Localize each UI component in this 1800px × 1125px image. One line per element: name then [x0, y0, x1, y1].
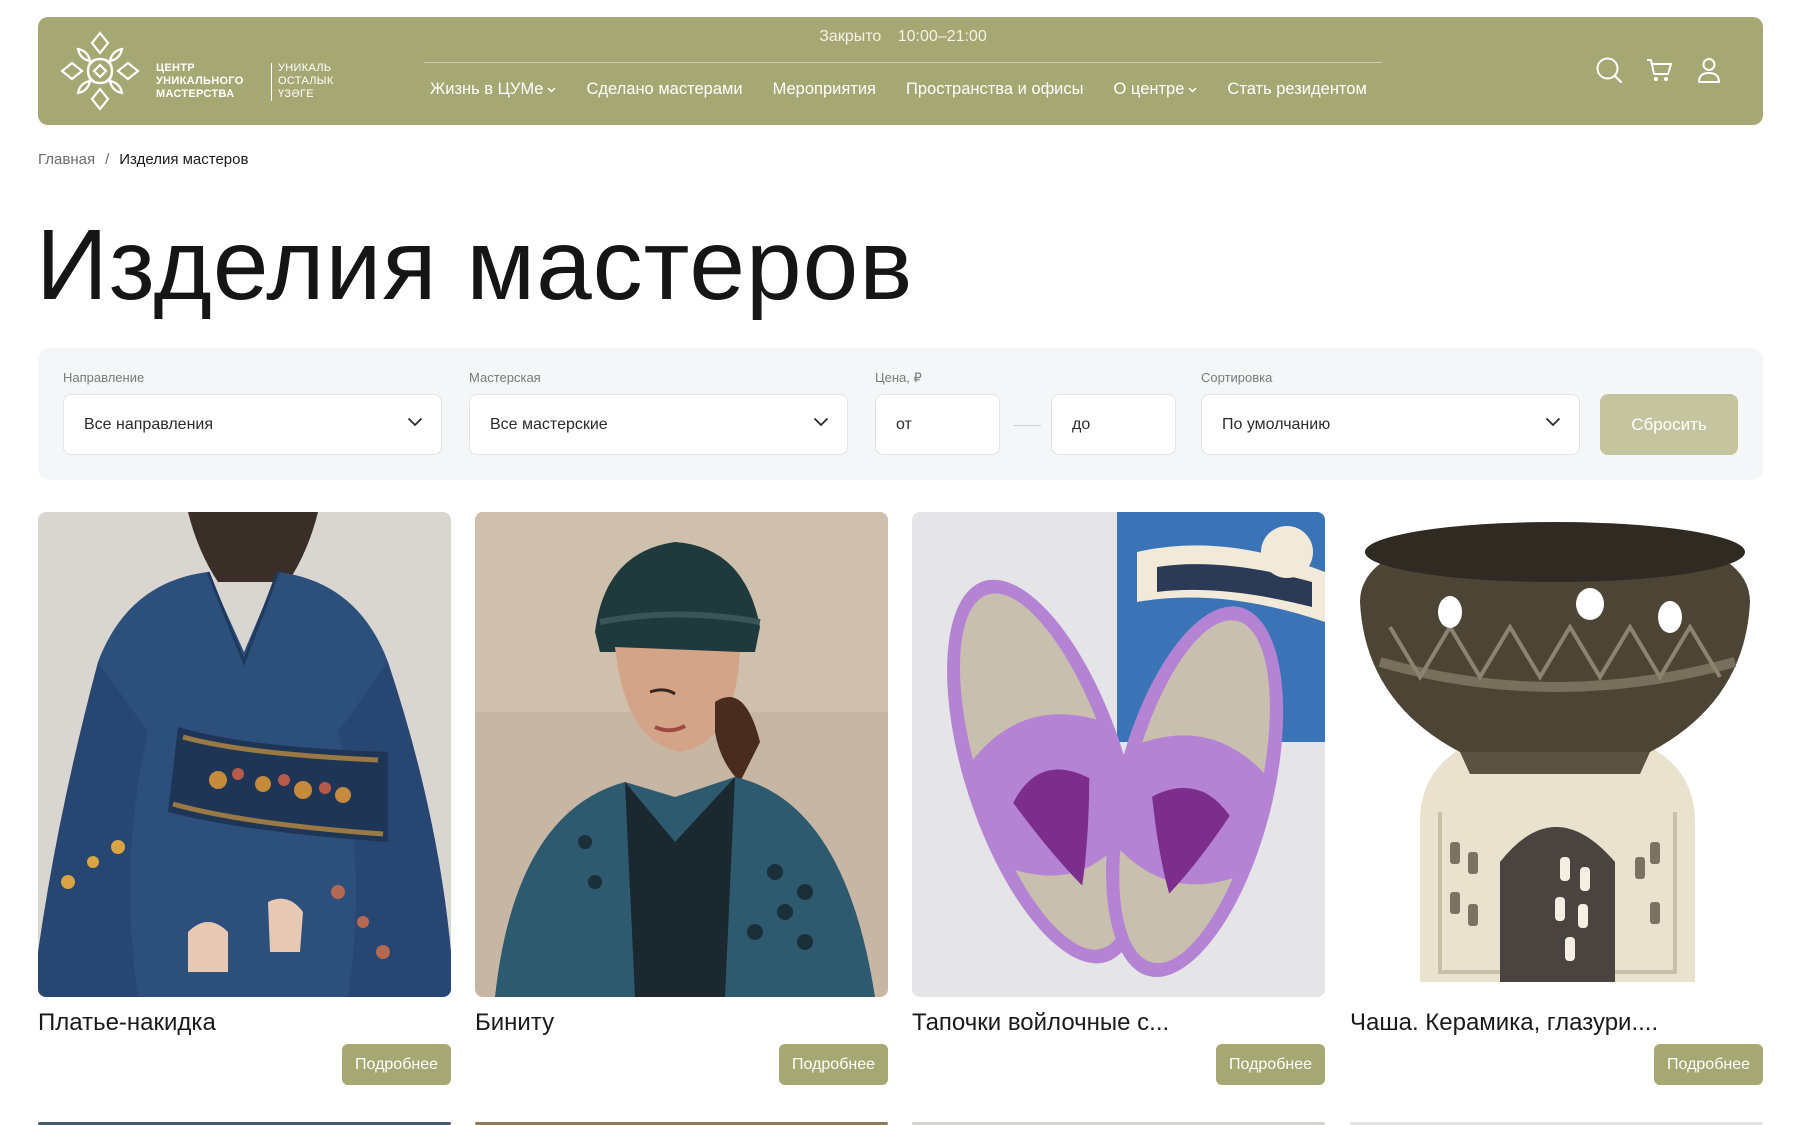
- price-range-dash: [1013, 425, 1041, 426]
- reset-button[interactable]: Сбросить: [1600, 394, 1738, 455]
- nav-item-life[interactable]: Жизнь в ЦУМе: [430, 80, 556, 99]
- page-title: Изделия мастеров: [36, 209, 914, 321]
- main-nav: Жизнь в ЦУМе Сделано мастерами Мероприят…: [430, 80, 1367, 99]
- search-icon[interactable]: [1595, 56, 1623, 84]
- filter-sort: Сортировка По умолчанию: [1201, 370, 1580, 455]
- product-title[interactable]: Биниту: [475, 1009, 888, 1039]
- filters-panel: Направление Все направления Мастерская В…: [38, 348, 1763, 480]
- logo-text-ru: ЦЕНТР УНИКАЛЬНОГО МАСТЕРСТВА: [156, 62, 244, 100]
- header-actions: [1595, 56, 1723, 84]
- product-title[interactable]: Платье-накидка: [38, 1009, 451, 1039]
- opening-hours: 10:00–21:00: [897, 28, 987, 45]
- product-image[interactable]: [475, 512, 888, 997]
- direction-select[interactable]: Все направления: [63, 394, 442, 455]
- product-card[interactable]: Биниту Подробнее: [475, 512, 888, 1085]
- filter-price-label: Цена, ₽: [875, 370, 922, 385]
- breadcrumb: Главная / Изделия мастеров: [38, 151, 248, 168]
- nav-item-about[interactable]: О центре: [1114, 80, 1198, 99]
- details-button[interactable]: Подробнее: [342, 1044, 451, 1085]
- sort-select[interactable]: По умолчанию: [1201, 394, 1580, 455]
- nav-item-made-by-masters[interactable]: Сделано мастерами: [586, 80, 742, 99]
- product-image[interactable]: [1350, 512, 1763, 997]
- filter-workshop: Мастерская Все мастерские: [469, 370, 848, 455]
- status-label: Закрыто: [819, 28, 882, 45]
- filter-workshop-label: Мастерская: [469, 370, 541, 385]
- product-title[interactable]: Чаша. Керамика, глазури....: [1350, 1009, 1763, 1039]
- chevron-down-icon: [407, 417, 423, 427]
- filter-price: Цена, ₽ от: [875, 370, 1000, 455]
- product-image[interactable]: [912, 512, 1325, 997]
- breadcrumb-separator: /: [105, 151, 110, 168]
- price-from-input[interactable]: от: [875, 394, 1000, 455]
- cart-icon[interactable]: [1645, 56, 1673, 84]
- filter-price-to: до: [1051, 370, 1176, 455]
- user-icon[interactable]: [1695, 56, 1723, 84]
- logo-ornament-icon: [60, 31, 140, 111]
- site-header: ЦЕНТР УНИКАЛЬНОГО МАСТЕРСТВА УНИКАЛЬ ОСТ…: [38, 17, 1763, 125]
- product-title[interactable]: Тапочки войлочные с...: [912, 1009, 1325, 1039]
- opening-status: Закрыто 10:00–21:00: [424, 28, 1382, 46]
- product-card[interactable]: Чаша. Керамика, глазури.... Подробнее: [1350, 512, 1763, 1085]
- workshop-select[interactable]: Все мастерские: [469, 394, 848, 455]
- chevron-down-icon: [1188, 86, 1197, 93]
- product-image[interactable]: [38, 512, 451, 997]
- filter-direction-label: Направление: [63, 370, 145, 385]
- filter-sort-label: Сортировка: [1201, 370, 1273, 385]
- details-button[interactable]: Подробнее: [1654, 1044, 1763, 1085]
- product-card[interactable]: Тапочки войлочные с... Подробнее: [912, 512, 1325, 1085]
- nav-item-events[interactable]: Мероприятия: [773, 80, 876, 99]
- nav-item-spaces[interactable]: Пространства и офисы: [906, 80, 1084, 99]
- details-button[interactable]: Подробнее: [1216, 1044, 1325, 1085]
- nav-item-become-resident[interactable]: Стать резидентом: [1227, 80, 1366, 99]
- breadcrumb-current: Изделия мастеров: [119, 151, 249, 168]
- price-to-input[interactable]: до: [1051, 394, 1176, 455]
- chevron-down-icon: [813, 417, 829, 427]
- chevron-down-icon: [1545, 417, 1561, 427]
- logo-text-tt: УНИКАЛЬ ОСТАЛЫК ҮЗӘГЕ: [278, 62, 334, 100]
- logo-divider: [271, 63, 272, 101]
- filter-direction: Направление Все направления: [63, 370, 442, 455]
- product-card[interactable]: Платье-накидка Подробнее: [38, 512, 451, 1085]
- chevron-down-icon: [547, 86, 556, 93]
- logo[interactable]: ЦЕНТР УНИКАЛЬНОГО МАСТЕРСТВА УНИКАЛЬ ОСТ…: [58, 29, 333, 113]
- details-button[interactable]: Подробнее: [779, 1044, 888, 1085]
- header-divider: [424, 62, 1382, 63]
- breadcrumb-home[interactable]: Главная: [38, 151, 95, 168]
